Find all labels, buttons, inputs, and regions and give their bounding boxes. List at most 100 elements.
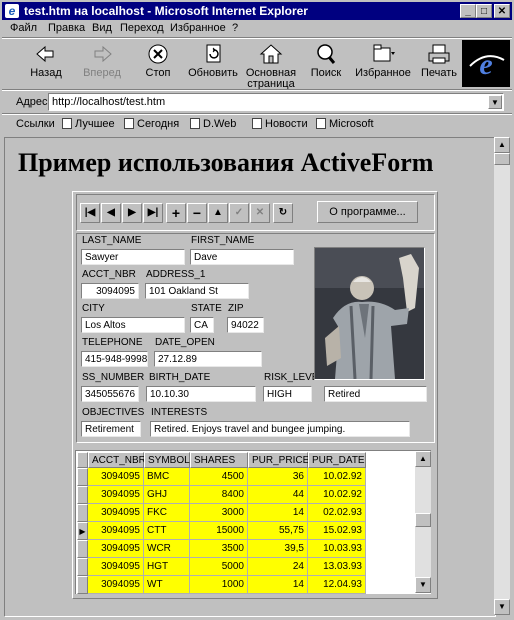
menu-favorites[interactable]: Избранное bbox=[170, 22, 226, 34]
grid-cell-pur-date[interactable]: 10.02.92 bbox=[308, 468, 366, 486]
grid-cell-pur-date[interactable]: 02.02.93 bbox=[308, 504, 366, 522]
grid-cell-acct-nbr[interactable]: 3094095 bbox=[88, 522, 144, 540]
table-row[interactable]: 3094095 HGT 5000 24 13.03.93 bbox=[77, 558, 415, 576]
grid-cell-symbol[interactable]: GHJ bbox=[144, 486, 190, 504]
stop-button[interactable]: Стоп bbox=[132, 40, 184, 88]
row-indicator[interactable] bbox=[77, 540, 88, 558]
grid-cell-shares[interactable]: 4500 bbox=[190, 468, 248, 486]
nav-edit-button[interactable]: ▲ bbox=[208, 203, 228, 223]
current-row-indicator-icon[interactable]: ▶ bbox=[77, 522, 88, 540]
link-microsoft[interactable]: Microsoft bbox=[316, 118, 374, 130]
grid-cell-symbol[interactable]: FKC bbox=[144, 504, 190, 522]
table-row[interactable]: ▶ 3094095 CTT 15000 55,75 15.02.93 bbox=[77, 522, 415, 540]
grid-cell-pur-date[interactable]: 12.04.93 bbox=[308, 576, 366, 594]
city-field[interactable]: Los Altos bbox=[81, 317, 185, 333]
close-button[interactable]: ✕ bbox=[494, 4, 510, 18]
grid-cell-symbol[interactable]: BMC bbox=[144, 468, 190, 486]
grid-cell-shares[interactable]: 5000 bbox=[190, 558, 248, 576]
table-row[interactable]: 3094095 GHJ 8400 44 10.02.92 bbox=[77, 486, 415, 504]
ss-number-field[interactable]: 345055676 bbox=[81, 386, 139, 402]
interests-field[interactable]: Retired. Enjoys travel and bungee jumpin… bbox=[150, 421, 410, 437]
minimize-button[interactable]: _ bbox=[460, 4, 476, 18]
table-row[interactable]: 3094095 WT 1000 14 12.04.93 bbox=[77, 576, 415, 594]
grid-cell-acct-nbr[interactable]: 3094095 bbox=[88, 504, 144, 522]
first-name-field[interactable]: Dave bbox=[190, 249, 294, 265]
date-open-field[interactable]: 27.12.89 bbox=[154, 351, 262, 367]
address-1-field[interactable]: 101 Oakland St bbox=[145, 283, 249, 299]
last-name-field[interactable]: Sawyer bbox=[81, 249, 185, 265]
grid-cell-acct-nbr[interactable]: 3094095 bbox=[88, 576, 144, 594]
grid-cell-pur-price[interactable]: 14 bbox=[248, 504, 308, 522]
grid-cell-acct-nbr[interactable]: 3094095 bbox=[88, 486, 144, 504]
nav-insert-button[interactable]: + bbox=[166, 203, 186, 223]
forward-button[interactable]: Вперед bbox=[76, 40, 128, 88]
row-indicator[interactable] bbox=[77, 576, 88, 594]
grid-cell-pur-price[interactable]: 44 bbox=[248, 486, 308, 504]
grid-scroll-thumb[interactable] bbox=[415, 513, 431, 527]
grid-scrollbar[interactable]: ▲ ▼ bbox=[415, 451, 431, 593]
table-row[interactable]: 3094095 BMC 4500 36 10.02.92 bbox=[77, 468, 415, 486]
grid-scroll-up-button[interactable]: ▲ bbox=[415, 451, 431, 467]
grid-cell-symbol[interactable]: HGT bbox=[144, 558, 190, 576]
address-input[interactable]: http://localhost/test.htm ▼ bbox=[48, 93, 504, 111]
print-button[interactable]: Печать bbox=[413, 40, 465, 88]
address-dropdown-button[interactable]: ▼ bbox=[488, 95, 502, 109]
maximize-button[interactable]: □ bbox=[476, 4, 492, 18]
acct-nbr-field[interactable]: 3094095 bbox=[81, 283, 139, 299]
row-indicator[interactable] bbox=[77, 486, 88, 504]
home-button[interactable]: Основная страница bbox=[242, 40, 300, 90]
back-button[interactable]: Назад bbox=[20, 40, 72, 88]
grid-header-pur-price[interactable]: PUR_PRICE bbox=[248, 452, 309, 468]
grid-cell-shares[interactable]: 8400 bbox=[190, 486, 248, 504]
row-indicator[interactable] bbox=[77, 504, 88, 522]
grid-header-acct-nbr[interactable]: ACCT_NBR bbox=[88, 452, 146, 468]
scroll-up-button[interactable]: ▲ bbox=[494, 137, 510, 153]
grid-cell-shares[interactable]: 15000 bbox=[190, 522, 248, 540]
nav-next-button[interactable]: ▶ bbox=[122, 203, 142, 223]
grid-cell-acct-nbr[interactable]: 3094095 bbox=[88, 558, 144, 576]
birth-date-field[interactable]: 10.10.30 bbox=[146, 386, 256, 402]
row-indicator[interactable] bbox=[77, 558, 88, 576]
zip-field[interactable]: 94022 bbox=[227, 317, 264, 333]
grid-cell-symbol[interactable]: CTT bbox=[144, 522, 190, 540]
grid-header-pur-date[interactable]: PUR_DATE bbox=[308, 452, 366, 468]
grid-cell-pur-price[interactable]: 55,75 bbox=[248, 522, 308, 540]
grid-cell-pur-price[interactable]: 14 bbox=[248, 576, 308, 594]
grid-cell-pur-price[interactable]: 39,5 bbox=[248, 540, 308, 558]
grid-cell-pur-date[interactable]: 10.03.93 bbox=[308, 540, 366, 558]
nav-last-button[interactable]: ▶| bbox=[143, 203, 163, 223]
objectives-field[interactable]: Retirement bbox=[81, 421, 141, 437]
scroll-thumb[interactable] bbox=[494, 153, 510, 165]
about-button[interactable]: О программе... bbox=[317, 201, 418, 223]
table-row[interactable]: 3094095 WCR 3500 39,5 10.03.93 bbox=[77, 540, 415, 558]
scroll-down-button[interactable]: ▼ bbox=[494, 599, 510, 615]
grid-header-symbol[interactable]: SYMBOL bbox=[144, 452, 190, 468]
menu-edit[interactable]: Правка bbox=[48, 22, 85, 34]
menu-file[interactable]: Файл bbox=[10, 22, 37, 34]
nav-delete-button[interactable]: − bbox=[187, 203, 207, 223]
menu-help[interactable]: ? bbox=[232, 22, 238, 34]
refresh-button[interactable]: Обновить bbox=[187, 40, 239, 88]
telephone-field[interactable]: 415-948-9998 bbox=[81, 351, 148, 367]
grid-cell-shares[interactable]: 3000 bbox=[190, 504, 248, 522]
link-dweb[interactable]: D.Web bbox=[190, 118, 236, 130]
link-best[interactable]: Лучшее bbox=[62, 118, 115, 130]
nav-prior-button[interactable]: ◀ bbox=[101, 203, 121, 223]
occupation-field[interactable]: Retired bbox=[324, 386, 427, 402]
table-row[interactable]: 3094095 FKC 3000 14 02.02.93 bbox=[77, 504, 415, 522]
menu-view[interactable]: Вид bbox=[92, 22, 112, 34]
page-scrollbar[interactable]: ▲ ▼ bbox=[494, 137, 510, 615]
row-indicator[interactable] bbox=[77, 468, 88, 486]
grid-cell-shares[interactable]: 1000 bbox=[190, 576, 248, 594]
link-today[interactable]: Сегодня bbox=[124, 118, 179, 130]
grid-cell-pur-date[interactable]: 15.02.93 bbox=[308, 522, 366, 540]
grid-cell-acct-nbr[interactable]: 3094095 bbox=[88, 540, 144, 558]
grid-cell-pur-date[interactable]: 10.02.92 bbox=[308, 486, 366, 504]
risk-level-field[interactable]: HIGH bbox=[263, 386, 312, 402]
nav-post-button[interactable]: ✓ bbox=[229, 203, 249, 223]
grid-cell-shares[interactable]: 3500 bbox=[190, 540, 248, 558]
grid-scroll-down-button[interactable]: ▼ bbox=[415, 577, 431, 593]
grid-header-shares[interactable]: SHARES bbox=[190, 452, 248, 468]
grid-cell-symbol[interactable]: WCR bbox=[144, 540, 190, 558]
grid-cell-pur-price[interactable]: 36 bbox=[248, 468, 308, 486]
